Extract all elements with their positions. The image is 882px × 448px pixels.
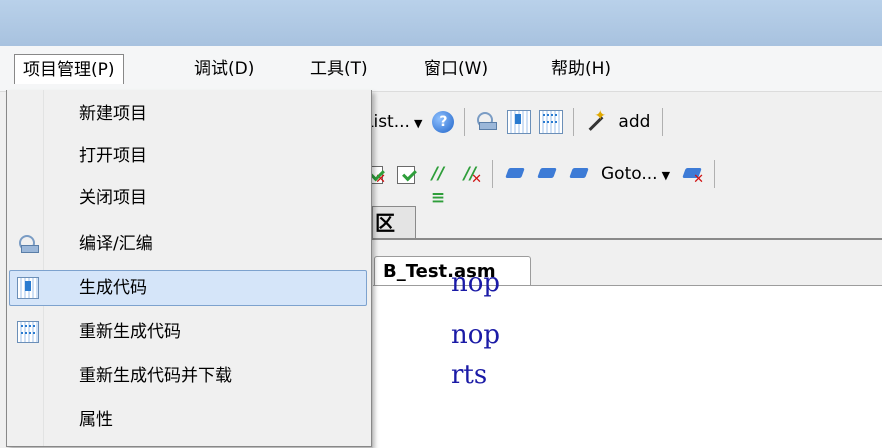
menu-item-label: 关闭项目	[79, 188, 147, 208]
next-bookmark-icon[interactable]	[567, 162, 591, 186]
build-icon[interactable]	[507, 110, 532, 134]
menu-item-highlight	[9, 270, 367, 306]
build-icon	[17, 277, 39, 299]
help-icon[interactable]: ?	[432, 111, 455, 133]
menu-item-label: 重新生成代码	[79, 322, 181, 342]
code-editor[interactable]: nop nop rts	[373, 268, 882, 448]
menu-item-new-project[interactable]: 新建项目	[7, 94, 371, 134]
wand-icon[interactable]	[584, 108, 608, 134]
check-icon[interactable]	[394, 162, 418, 186]
menu-item-properties[interactable]: 属性	[7, 400, 371, 440]
bookmark-icon[interactable]	[503, 162, 527, 186]
menu-item-compile[interactable]: 编译/汇编	[7, 224, 371, 264]
rebuild-icon	[17, 321, 39, 343]
toolbar-separator	[714, 160, 716, 188]
menu-item-label: 编译/汇编	[79, 234, 153, 254]
menu-item-label: 重新生成代码并下载	[79, 366, 232, 386]
menu-item-rebuild-download[interactable]: 重新生成代码并下载	[7, 356, 371, 396]
add-button[interactable]: add	[618, 112, 650, 132]
toolbar-separator	[492, 160, 493, 188]
workspace-pane-tab[interactable]: 区	[372, 206, 416, 238]
code-line: nop	[451, 268, 501, 298]
menu-item-label: 属性	[79, 410, 113, 430]
toolbar-main: List...▼ ? add	[358, 98, 669, 146]
code-line: nop	[451, 320, 501, 350]
menu-item-close-project[interactable]: 关闭项目	[7, 178, 371, 218]
rebuild-icon[interactable]	[539, 110, 564, 134]
menu-item-open-project[interactable]: 打开项目	[7, 136, 371, 176]
menu-item-label: 生成代码	[79, 278, 147, 298]
window-title-bar	[0, 0, 882, 46]
menu-window[interactable]: 窗口(W)	[416, 54, 496, 84]
toolbar-separator	[464, 108, 466, 136]
goto-combo[interactable]: Goto... ▼	[601, 164, 670, 184]
compile-icon[interactable]	[475, 110, 499, 134]
menu-item-rebuild[interactable]: 重新生成代码	[7, 312, 371, 352]
toolbar-debug: ✕ //≡ //✕ Goto... ▼ ✕	[358, 150, 721, 208]
toolbar-separator	[573, 108, 575, 136]
menu-bar: 项目管理(P) 调试(D) 工具(T) 窗口(W) 帮助(H)	[0, 46, 882, 92]
prev-bookmark-icon[interactable]	[535, 162, 559, 186]
menu-item-label: 新建项目	[79, 104, 147, 124]
menu-debug[interactable]: 调试(D)	[186, 54, 262, 84]
lines-icon[interactable]: //≡	[426, 162, 450, 208]
project-menu-dropdown: 新建项目 打开项目 关闭项目 编译/汇编 生成代码 重新生成代码 重新生成代码并…	[6, 90, 372, 447]
tab-strip-border	[358, 238, 882, 240]
menu-project[interactable]: 项目管理(P)	[14, 54, 124, 84]
code-line: rts	[451, 360, 488, 390]
menu-item-build[interactable]: 生成代码	[7, 268, 371, 308]
list-combo[interactable]: List... ▼	[364, 112, 422, 132]
menu-item-label: 打开项目	[79, 146, 147, 166]
menu-help[interactable]: 帮助(H)	[543, 54, 619, 84]
clear-bookmarks-icon[interactable]: ✕	[680, 162, 704, 186]
toolbar-separator	[662, 108, 664, 136]
menu-tools[interactable]: 工具(T)	[302, 54, 376, 84]
lines-delete-icon[interactable]: //✕	[458, 162, 482, 186]
compile-icon	[17, 233, 39, 255]
